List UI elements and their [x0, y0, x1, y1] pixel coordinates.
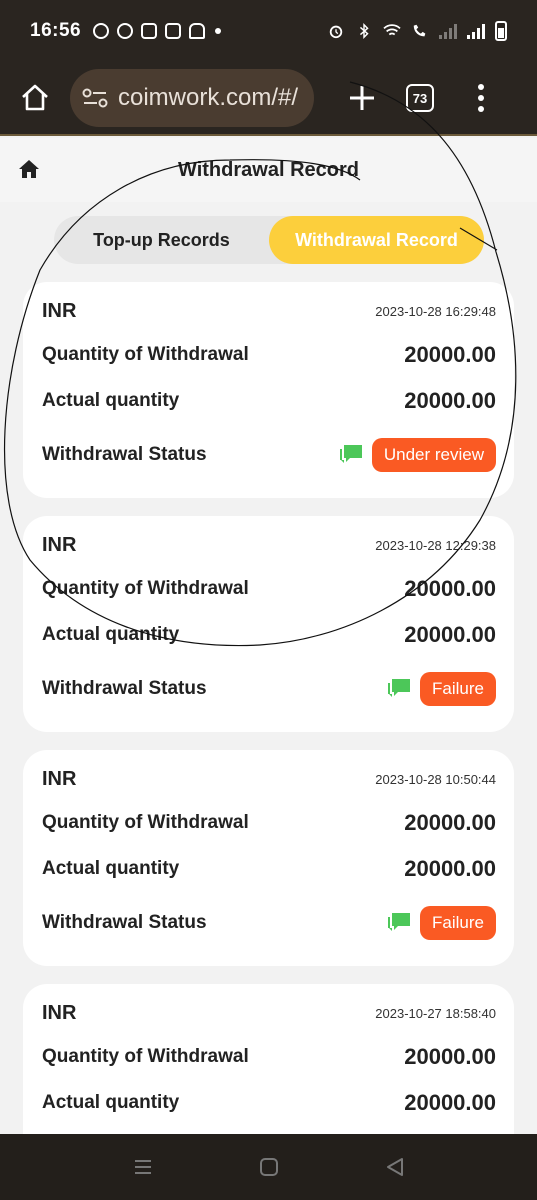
notification-icons: [93, 23, 206, 39]
record-card[interactable]: INR 2023-10-28 12:29:38 Quantity of With…: [23, 516, 514, 732]
actual-label: Actual quantity: [42, 624, 180, 645]
status-time: 16:56: [30, 20, 82, 41]
quantity-label: Quantity of Withdrawal: [42, 1046, 249, 1067]
tab-withdrawal-record[interactable]: Withdrawal Record: [269, 216, 484, 264]
back-icon[interactable]: [384, 1156, 406, 1178]
actual-label: Actual quantity: [42, 1092, 180, 1113]
signal-icon: [439, 23, 457, 39]
dot: [478, 84, 484, 90]
quantity-value: 20000.00: [404, 576, 496, 601]
dot: [478, 106, 484, 112]
whatsapp-icon: [93, 23, 110, 39]
record-currency: INR: [42, 768, 77, 790]
actual-label: Actual quantity: [42, 390, 180, 411]
record-currency: INR: [42, 534, 77, 556]
record-currency: INR: [42, 300, 77, 322]
actual-value: 20000.00: [404, 1090, 496, 1115]
app-icon: [141, 23, 158, 39]
actual-value: 20000.00: [404, 388, 496, 413]
wifi-call-icon: [413, 24, 426, 37]
site-settings-icon: [82, 88, 108, 108]
actual-label: Actual quantity: [42, 858, 180, 879]
actual-value: 20000.00: [404, 622, 496, 647]
record-datetime: 2023-10-28 16:29:48: [375, 304, 496, 319]
plus-icon: [350, 86, 374, 110]
records-list: INR 2023-10-28 16:29:48 Quantity of With…: [23, 282, 514, 1200]
record-datetime: 2023-10-27 18:58:40: [375, 1006, 496, 1021]
browser-toolbar: coimwork.com/#/ 73: [0, 62, 537, 136]
recent-apps-icon[interactable]: [132, 1156, 154, 1178]
home-icon: [19, 160, 39, 178]
quantity-value: 20000.00: [404, 342, 496, 367]
tab-switcher-button[interactable]: 73: [406, 84, 434, 112]
status-badge[interactable]: Under review: [371, 438, 496, 472]
quantity-value: 20000.00: [404, 1044, 496, 1069]
system-nav-bar: [0, 1134, 537, 1200]
system-icons: [327, 21, 507, 41]
record-card[interactable]: INR 2023-10-28 16:29:48 Quantity of With…: [23, 282, 514, 498]
status-badge[interactable]: Failure: [420, 672, 496, 706]
status-label: Withdrawal Status: [42, 912, 207, 933]
new-tab-button[interactable]: [334, 84, 390, 112]
alarm-icon: [329, 25, 343, 39]
page-title: Withdrawal Record: [178, 158, 359, 181]
bluetooth-icon: [359, 23, 369, 39]
snapchat-icon: [189, 23, 206, 39]
status-badge[interactable]: Failure: [420, 906, 496, 940]
browser-home-button[interactable]: [0, 61, 70, 135]
dot: [478, 95, 484, 101]
status-bar: 16:56: [0, 0, 537, 62]
app-icon-2: [165, 23, 182, 39]
wifi-icon: [383, 24, 401, 36]
record-card[interactable]: INR 2023-10-28 10:50:44 Quantity of With…: [23, 750, 514, 966]
actual-value: 20000.00: [404, 856, 496, 881]
record-datetime: 2023-10-28 10:50:44: [375, 772, 496, 787]
chat-icon[interactable]: [338, 443, 364, 467]
quantity-label: Quantity of Withdrawal: [42, 578, 249, 599]
page-header: Withdrawal Record: [0, 138, 537, 202]
record-currency: INR: [42, 1002, 77, 1024]
chat-icon[interactable]: [386, 911, 412, 935]
chat-icon[interactable]: [386, 677, 412, 701]
quantity-value: 20000.00: [404, 810, 496, 835]
address-bar[interactable]: coimwork.com/#/: [70, 69, 314, 127]
quantity-label: Quantity of Withdrawal: [42, 812, 249, 833]
browser-menu-button[interactable]: [478, 84, 484, 112]
record-datetime: 2023-10-28 12:29:38: [375, 538, 496, 553]
url-text: coimwork.com/#/: [118, 84, 299, 111]
page-home-button[interactable]: [18, 158, 40, 185]
messenger-icon: [117, 23, 134, 39]
quantity-label: Quantity of Withdrawal: [42, 344, 249, 365]
battery-icon: [495, 21, 507, 41]
signal-icon-2: [467, 23, 485, 39]
more-notifications-dot: [215, 28, 222, 34]
home-nav-icon[interactable]: [258, 1156, 280, 1178]
record-tabs: Top-up Records Withdrawal Record: [54, 216, 484, 264]
tab-topup-records[interactable]: Top-up Records: [54, 216, 269, 264]
home-icon: [22, 84, 48, 111]
status-label: Withdrawal Status: [42, 678, 207, 699]
status-label: Withdrawal Status: [42, 444, 207, 465]
